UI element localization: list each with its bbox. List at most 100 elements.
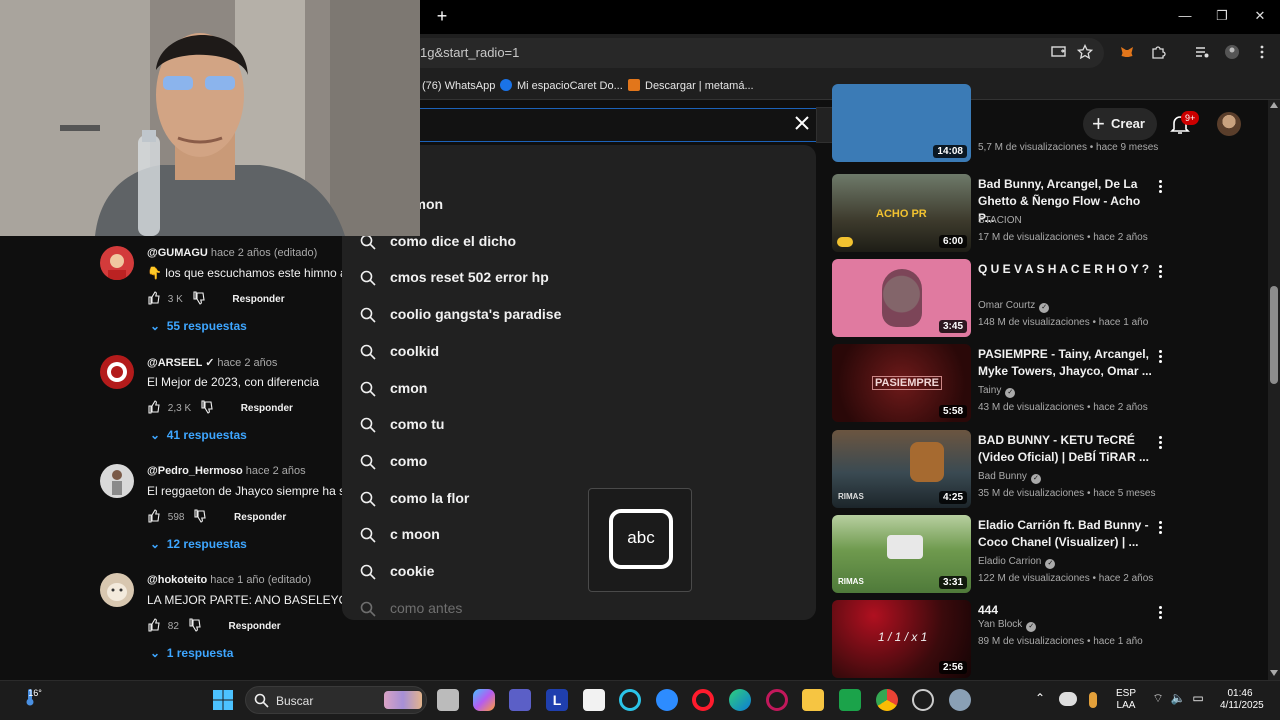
onedrive-cloud-icon[interactable] (1059, 692, 1077, 706)
settings-gear-icon[interactable] (949, 689, 971, 711)
reply-button[interactable]: Responder (241, 403, 293, 414)
video-channel[interactable]: STACION (978, 215, 1022, 226)
more-options-icon[interactable] (1154, 434, 1166, 452)
related-video[interactable]: 1 / 1 / x 1 2:56 444 Yan Block ✓ 89 M de … (832, 600, 1172, 680)
like-icon[interactable] (147, 618, 161, 632)
more-options-icon[interactable] (1154, 263, 1166, 281)
view-replies-button[interactable]: ⌄ 12 respuestas (150, 537, 247, 551)
video-channel[interactable]: Omar Courtz ✓ (978, 300, 1050, 313)
teams-icon[interactable] (509, 689, 531, 711)
copilot-icon[interactable] (473, 689, 495, 711)
dislike-icon[interactable] (188, 618, 202, 632)
close-window-button[interactable]: ✕ (1248, 6, 1272, 26)
related-video[interactable]: PASIEMPRE 5:58 PASIEMPRE - Tainy, Arcang… (832, 344, 1172, 424)
reply-button[interactable]: Responder (228, 621, 280, 632)
more-options-icon[interactable] (1154, 519, 1166, 537)
chrome-icon[interactable] (876, 689, 898, 711)
search-suggestion[interactable]: coolio gangsta's paradise (342, 297, 816, 333)
task-view-icon[interactable] (437, 689, 459, 711)
battery-icon[interactable]: ▭ (1190, 692, 1206, 704)
media-control-icon[interactable] (1192, 44, 1212, 64)
dislike-icon[interactable] (192, 291, 206, 305)
search-suggestion[interactable]: coolkid (342, 334, 816, 370)
search-suggestion[interactable]: como la flor (342, 481, 816, 517)
search-suggestion[interactable]: cmos reset 502 error hp (342, 260, 816, 296)
bookmark-mi-espacio[interactable]: Mi espacioCaret Do... (500, 77, 623, 95)
comment-author[interactable]: @Pedro_Hermoso hace 2 años (147, 465, 306, 477)
video-title[interactable]: PASIEMPRE - Tainy, Arcangel, Myke Towers… (978, 346, 1153, 380)
metamask-extension-icon[interactable] (1117, 44, 1137, 64)
more-options-icon[interactable] (1154, 604, 1166, 622)
video-channel[interactable]: Bad Bunny ✓ (978, 471, 1041, 484)
related-video[interactable]: 3:45 Q U E V A S H A C E R H O Y ? Omar … (832, 259, 1172, 339)
more-options-icon[interactable] (1154, 178, 1166, 196)
avatar[interactable] (100, 246, 134, 280)
view-replies-button[interactable]: ⌄ 1 respuesta (150, 646, 233, 660)
microphone-in-use-icon[interactable] (1089, 692, 1097, 708)
avatar[interactable] (100, 355, 134, 389)
language-indicator[interactable]: ESP LAA (1112, 688, 1140, 712)
maximize-button[interactable]: ❐ (1210, 6, 1234, 26)
extensions-icon[interactable] (1148, 44, 1168, 64)
reply-button[interactable]: Responder (234, 512, 286, 523)
minimize-button[interactable]: — (1173, 6, 1197, 26)
address-bar[interactable]: 1g&start_radio=1 (406, 38, 1104, 68)
taskbar-search[interactable]: Buscar (245, 686, 427, 714)
related-video[interactable]: RIMAS 3:31 Eladio Carrión ft. Bad Bunny … (832, 515, 1172, 595)
like-icon[interactable] (147, 291, 161, 305)
opera-icon[interactable] (692, 689, 714, 711)
avatar[interactable] (100, 464, 134, 498)
video-thumbnail[interactable]: ACHO PR 6:00 (832, 174, 971, 252)
account-avatar[interactable] (1217, 112, 1241, 136)
video-thumbnail[interactable]: RIMAS 4:25 (832, 430, 971, 508)
like-icon[interactable] (147, 509, 161, 523)
search-suggestion[interactable]: como antes (342, 591, 816, 620)
comment-author[interactable]: @ARSEEL ✓ hace 2 años (147, 356, 277, 369)
search-suggestion[interactable]: cookie (342, 554, 816, 590)
browser-menu-icon[interactable] (1252, 44, 1272, 64)
cast-icon[interactable] (1049, 44, 1069, 64)
dislike-icon[interactable] (200, 400, 214, 414)
zoom-icon[interactable] (656, 689, 678, 711)
scrollbar-thumb[interactable] (1270, 286, 1278, 384)
view-replies-button[interactable]: ⌄ 41 respuestas (150, 428, 247, 442)
related-video[interactable]: 14:08 5,7 M de visualizaciones • hace 9 … (832, 84, 1172, 164)
related-video[interactable]: ACHO PR 6:00 Bad Bunny, Arcangel, De La … (832, 174, 1172, 254)
avatar[interactable] (100, 573, 134, 607)
video-channel[interactable]: Tainy ✓ (978, 385, 1016, 398)
video-channel[interactable]: Eladio Carrion ✓ (978, 556, 1056, 569)
comment-author[interactable]: @hokoteito hace 1 año (editado) (147, 574, 311, 586)
related-video[interactable]: RIMAS 4:25 BAD BUNNY - KETU TeCRÉ (Video… (832, 430, 1172, 510)
search-suggestion[interactable]: como (342, 444, 816, 480)
clock-app-icon[interactable] (912, 689, 934, 711)
l-app-icon[interactable]: L (546, 689, 568, 711)
video-thumbnail[interactable]: RIMAS 3:31 (832, 515, 971, 593)
dislike-icon[interactable] (193, 509, 207, 523)
file-explorer-icon[interactable] (802, 689, 824, 711)
bookmark-star-icon[interactable] (1075, 43, 1095, 64)
video-title[interactable]: Q U E V A S H A C E R H O Y ? (978, 261, 1153, 278)
edge-icon[interactable] (729, 689, 751, 711)
search-suggestion[interactable]: cmon (342, 371, 816, 407)
scroll-down-icon[interactable] (1270, 670, 1278, 676)
start-button[interactable] (212, 689, 234, 711)
opera-gx-icon[interactable] (766, 689, 788, 711)
video-thumbnail[interactable]: 3:45 (832, 259, 971, 337)
like-icon[interactable] (147, 400, 161, 414)
scroll-up-icon[interactable] (1270, 102, 1278, 108)
video-title[interactable]: BAD BUNNY - KETU TeCRÉ (Video Oficial) |… (978, 432, 1153, 466)
more-options-icon[interactable] (1154, 348, 1166, 366)
video-title[interactable]: Eladio Carrión ft. Bad Bunny - Coco Chan… (978, 517, 1153, 551)
video-thumbnail[interactable]: 1 / 1 / x 1 2:56 (832, 600, 971, 678)
show-hidden-icons-chevron-icon[interactable]: ⌃ (1033, 692, 1047, 704)
whatsapp-app-icon[interactable] (839, 689, 861, 711)
search-suggestion[interactable]: c moon (342, 517, 816, 553)
reply-button[interactable]: Responder (232, 294, 284, 305)
new-tab-button[interactable]: + (432, 6, 452, 26)
video-thumbnail[interactable]: PASIEMPRE 5:58 (832, 344, 971, 422)
video-channel[interactable]: Yan Block ✓ (978, 619, 1037, 632)
page-scrollbar[interactable] (1268, 100, 1280, 680)
volume-icon[interactable]: 🔈 (1170, 692, 1186, 704)
wifi-icon[interactable]: ⌔ (1150, 692, 1166, 704)
profile-icon[interactable] (1222, 44, 1242, 64)
